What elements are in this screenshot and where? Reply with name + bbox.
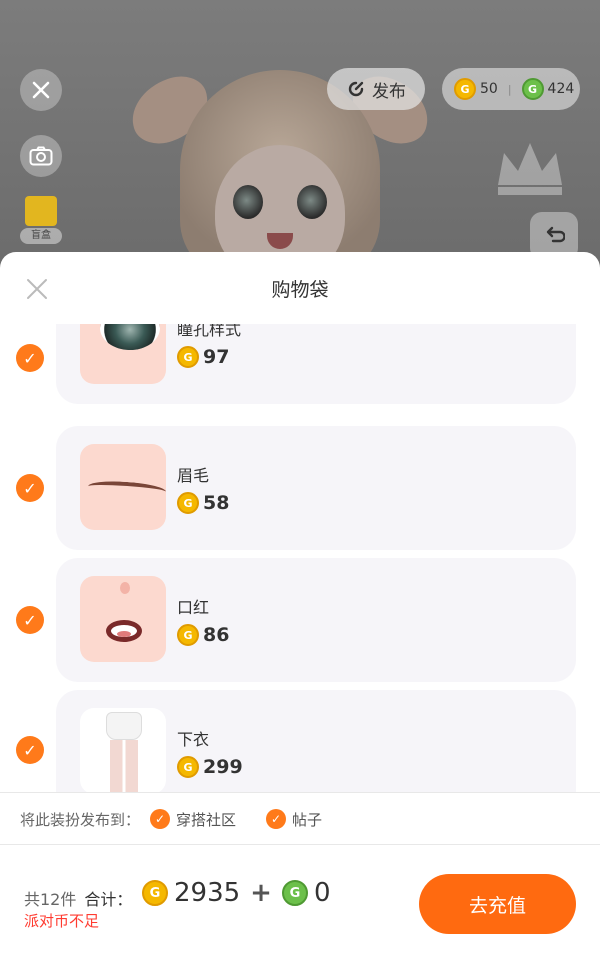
item-checkbox[interactable]: ✓ — [16, 736, 44, 764]
item-thumbnail — [80, 324, 166, 384]
close-button[interactable] — [20, 69, 62, 111]
item-thumbnail — [80, 708, 166, 792]
green-coin-balance: 424 — [547, 81, 575, 97]
publish-to-options: 将此装扮发布到： ✓ 穿搭社区 ✓ 帖子 — [0, 794, 600, 844]
check-icon: ✓ — [266, 809, 287, 829]
item-count-line: 共12件 合计： — [24, 886, 132, 910]
close-icon — [27, 279, 47, 299]
plus-sign: + — [250, 878, 272, 908]
item-price-value: 299 — [203, 756, 243, 778]
publish-option-label: 穿搭社区 — [176, 810, 237, 829]
nose-thumbnail — [120, 582, 130, 594]
cart-item: ✓ 口红 G 86 — [0, 558, 600, 682]
item-thumbnail — [80, 576, 166, 662]
balance-separator: | — [507, 82, 512, 96]
close-icon — [32, 81, 50, 99]
item-count: 共12件 — [24, 890, 77, 909]
total-sum: G 2935 + G 0 — [142, 878, 331, 908]
camera-button[interactable] — [20, 135, 62, 177]
item-price-value: 86 — [203, 624, 230, 646]
publish-to-label: 将此装扮发布到： — [20, 810, 141, 829]
item-price: G 97 — [177, 346, 229, 368]
publish-icon — [348, 81, 364, 97]
checkout-footer: 共12件 合计： G 2935 + G 0 派对币不足 去充值 — [0, 846, 600, 960]
green-coin-icon: G — [281, 880, 308, 906]
item-card[interactable]: 口红 G 86 — [56, 558, 576, 682]
publish-label: 发布 — [372, 81, 406, 102]
sheet-close-button[interactable] — [20, 272, 54, 306]
item-name: 下衣 — [177, 730, 210, 749]
insufficient-funds-warning: 派对币不足 — [24, 912, 100, 930]
gold-total: 2935 — [174, 878, 241, 908]
sheet-header: 购物袋 — [0, 252, 600, 324]
blindbox-button[interactable]: 盲盒 — [20, 196, 62, 248]
pupil-style-thumbnail — [100, 324, 160, 350]
cart-item-list[interactable]: ✓ 瞳孔样式 G 97 ✓ 眉毛 G 58 ✓ 口红 G 86 ✓ 下衣 G 2… — [0, 324, 600, 792]
gold-coin-icon: G — [454, 78, 476, 100]
check-icon: ✓ — [150, 809, 171, 829]
item-card[interactable]: 眉毛 G 58 — [56, 426, 576, 550]
item-price-value: 97 — [203, 346, 230, 368]
publish-button[interactable]: 发布 — [327, 68, 425, 110]
avatar-eye-right — [297, 185, 327, 219]
avatar-eye-left — [233, 185, 263, 219]
gold-coin-icon: G — [177, 492, 199, 514]
item-card[interactable]: 瞳孔样式 G 97 — [56, 324, 576, 404]
sheet-title: 购物袋 — [271, 278, 329, 301]
gold-coin-icon: G — [177, 756, 199, 778]
lipstick-thumbnail — [106, 620, 142, 642]
divider — [0, 844, 600, 845]
item-price: G 299 — [177, 756, 243, 778]
gold-coin-icon: G — [142, 880, 168, 906]
item-price: G 86 — [177, 624, 229, 646]
item-price: G 58 — [177, 492, 229, 514]
total-label: 合计： — [84, 890, 133, 909]
currency-balance[interactable]: G 50 | G 424 — [442, 68, 580, 110]
item-checkbox[interactable]: ✓ — [16, 344, 44, 372]
gold-coin-icon: G — [177, 624, 199, 646]
shopping-bag-sheet: 购物袋 ✓ 瞳孔样式 G 97 ✓ 眉毛 G 58 ✓ 口红 G 86 ✓ 下衣… — [0, 252, 600, 960]
crown-watermark-icon — [498, 143, 562, 195]
item-name: 口红 — [177, 598, 210, 617]
green-coin-icon: G — [521, 78, 544, 100]
publish-option-community[interactable]: ✓ 穿搭社区 — [150, 809, 236, 830]
avatar-preview — [0, 0, 600, 280]
cart-item: ✓ 瞳孔样式 G 97 — [0, 324, 600, 404]
item-name: 眉毛 — [177, 466, 210, 485]
recharge-button[interactable]: 去充值 — [419, 874, 576, 934]
publish-option-post[interactable]: ✓ 帖子 — [266, 809, 322, 830]
bottoms-thumbnail — [106, 712, 142, 740]
publish-option-label: 帖子 — [292, 810, 323, 829]
item-name: 瞳孔样式 — [177, 324, 242, 339]
item-checkbox[interactable]: ✓ — [16, 474, 44, 502]
undo-icon — [546, 226, 565, 243]
gold-coin-icon: G — [177, 346, 199, 368]
green-total: 0 — [313, 878, 331, 908]
item-price-value: 58 — [203, 492, 230, 514]
camera-icon — [29, 146, 53, 166]
avatar-mouth — [267, 233, 293, 249]
gold-coin-balance: 50 — [480, 81, 498, 97]
item-checkbox[interactable]: ✓ — [16, 606, 44, 634]
blindbox-label: 盲盒 — [20, 228, 62, 244]
divider — [0, 792, 600, 793]
item-thumbnail — [80, 444, 166, 530]
cart-item: ✓ 眉毛 G 58 — [0, 426, 600, 550]
eyebrow-thumbnail — [87, 479, 166, 499]
cart-item: ✓ 下衣 G 299 — [0, 690, 600, 792]
legs-thumbnail — [110, 740, 138, 792]
blindbox-icon — [25, 196, 57, 226]
item-card[interactable]: 下衣 G 299 — [56, 690, 576, 792]
